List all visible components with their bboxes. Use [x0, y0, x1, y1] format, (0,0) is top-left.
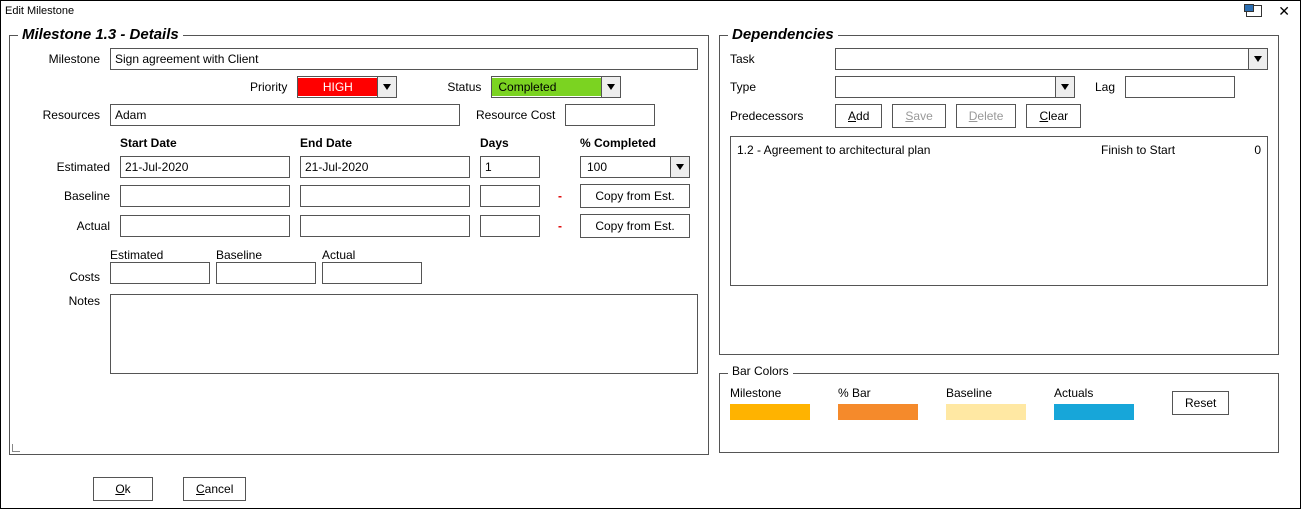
est-days-input[interactable]	[480, 156, 540, 178]
swatch-milestone[interactable]: Milestone	[730, 386, 810, 420]
est-end-input[interactable]	[300, 156, 470, 178]
swatch-pct-bar[interactable]: % Bar	[838, 386, 918, 420]
act-start-input[interactable]	[120, 215, 290, 237]
status-label: Status	[447, 80, 485, 94]
resize-grip-icon[interactable]	[12, 442, 22, 452]
bar-colors-panel: Bar Colors Milestone % Bar Baseline	[719, 373, 1279, 453]
status-select[interactable]: Completed	[491, 76, 621, 98]
resources-label: Resources	[20, 108, 104, 122]
notes-textarea[interactable]	[110, 294, 698, 374]
ok-button[interactable]: Ok	[93, 477, 153, 501]
milestone-label: Milestone	[20, 52, 104, 66]
costs-base-label: Baseline	[216, 248, 316, 262]
priority-label: Priority	[250, 80, 291, 94]
act-end-input[interactable]	[300, 215, 470, 237]
predecessors-label: Predecessors	[730, 109, 825, 123]
minus-icon: -	[550, 219, 570, 233]
costs-act-label: Actual	[322, 248, 422, 262]
pct-completed-value: 100	[581, 158, 670, 176]
cancel-button[interactable]: Cancel	[183, 477, 246, 501]
act-days-input[interactable]	[480, 215, 540, 237]
swatch-label: Baseline	[946, 386, 1026, 400]
delete-button[interactable]: Delete	[956, 104, 1017, 128]
restore-icon[interactable]	[1246, 5, 1262, 17]
swatch-label: Milestone	[730, 386, 810, 400]
copy-from-est-baseline-button[interactable]: Copy from Est.	[580, 184, 690, 208]
cost-base-input[interactable]	[216, 262, 316, 284]
chevron-down-icon[interactable]	[601, 77, 620, 97]
chevron-down-icon[interactable]	[377, 77, 396, 97]
pct-completed-select[interactable]: 100	[580, 156, 690, 178]
add-button[interactable]: Add	[835, 104, 882, 128]
details-panel: Milestone 1.3 - Details Milestone Priori…	[9, 35, 709, 455]
type-select[interactable]	[835, 76, 1075, 98]
bar-colors-heading: Bar Colors	[728, 364, 793, 378]
edit-milestone-dialog: Edit Milestone ✕ Milestone 1.3 - Details…	[0, 0, 1301, 509]
window-title: Edit Milestone	[5, 5, 74, 17]
swatch-baseline[interactable]: Baseline	[946, 386, 1026, 420]
days-header: Days	[480, 136, 540, 150]
close-icon[interactable]: ✕	[1272, 3, 1296, 20]
costs-label: Costs	[20, 270, 104, 284]
est-start-input[interactable]	[120, 156, 290, 178]
type-label: Type	[730, 80, 825, 94]
base-end-input[interactable]	[300, 185, 470, 207]
dependencies-heading: Dependencies	[728, 26, 838, 43]
copy-from-est-actual-button[interactable]: Copy from Est.	[580, 214, 690, 238]
priority-select[interactable]: HIGH	[297, 76, 397, 98]
chevron-down-icon[interactable]	[1248, 49, 1267, 69]
task-select[interactable]	[835, 48, 1268, 70]
dep-type: Finish to Start	[1101, 143, 1211, 157]
chevron-down-icon[interactable]	[1055, 77, 1074, 97]
minus-icon: -	[550, 189, 570, 203]
swatch-label: Actuals	[1054, 386, 1134, 400]
swatch-label: % Bar	[838, 386, 918, 400]
dep-name: 1.2 - Agreement to architectural plan	[737, 143, 1081, 157]
actual-row-label: Actual	[20, 219, 110, 233]
base-days-input[interactable]	[480, 185, 540, 207]
color-swatch[interactable]	[730, 404, 810, 420]
notes-label: Notes	[20, 294, 104, 308]
list-item[interactable]: 1.2 - Agreement to architectural plan Fi…	[737, 141, 1261, 159]
color-swatch[interactable]	[946, 404, 1026, 420]
predecessors-list[interactable]: 1.2 - Agreement to architectural plan Fi…	[730, 136, 1268, 286]
cost-act-input[interactable]	[322, 262, 422, 284]
clear-button[interactable]: Clear	[1026, 104, 1081, 128]
start-date-header: Start Date	[120, 136, 290, 150]
swatch-actuals[interactable]: Actuals	[1054, 386, 1134, 420]
color-swatch[interactable]	[1054, 404, 1134, 420]
milestone-input[interactable]	[110, 48, 698, 70]
priority-value: HIGH	[298, 78, 377, 96]
chevron-down-icon[interactable]	[670, 157, 689, 177]
task-label: Task	[730, 52, 825, 66]
details-heading: Milestone 1.3 - Details	[18, 26, 183, 43]
status-value: Completed	[492, 78, 601, 96]
type-value	[836, 85, 1055, 89]
baseline-row-label: Baseline	[20, 189, 110, 203]
lag-label: Lag	[1095, 80, 1115, 94]
resource-cost-label: Resource Cost	[476, 108, 559, 122]
end-date-header: End Date	[300, 136, 470, 150]
cost-est-input[interactable]	[110, 262, 210, 284]
task-value	[836, 57, 1248, 61]
estimated-row-label: Estimated	[20, 160, 110, 174]
color-swatch[interactable]	[838, 404, 918, 420]
resources-input[interactable]	[110, 104, 460, 126]
save-button[interactable]: Save	[892, 104, 945, 128]
pct-completed-header: % Completed	[580, 136, 690, 150]
reset-button[interactable]: Reset	[1172, 391, 1229, 415]
base-start-input[interactable]	[120, 185, 290, 207]
resource-cost-input[interactable]	[565, 104, 655, 126]
titlebar: Edit Milestone ✕	[1, 1, 1300, 21]
costs-est-label: Estimated	[110, 248, 210, 262]
lag-input[interactable]	[1125, 76, 1235, 98]
dep-lag: 0	[1231, 143, 1261, 157]
dependencies-panel: Dependencies Task Type Lag	[719, 35, 1279, 355]
